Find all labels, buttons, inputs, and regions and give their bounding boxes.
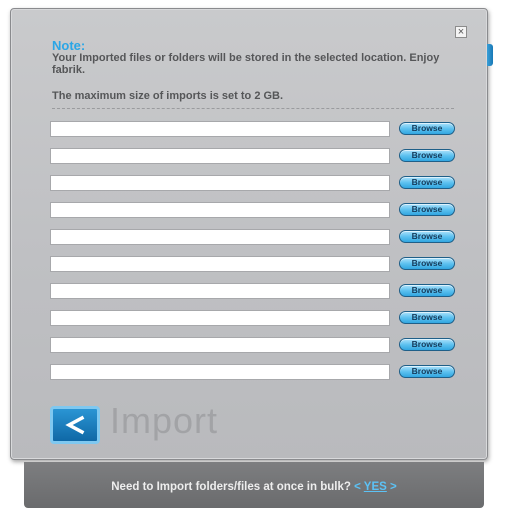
file-row: Browse bbox=[50, 175, 462, 191]
close-button[interactable]: × bbox=[455, 26, 467, 38]
browse-button[interactable]: Browse bbox=[399, 284, 455, 297]
link-suffix: > bbox=[390, 481, 397, 493]
bulk-question: Need to Import folders/files at once in … bbox=[111, 481, 351, 493]
file-path-field[interactable] bbox=[50, 148, 390, 164]
file-row: Browse bbox=[50, 310, 462, 326]
note-title: Note: bbox=[52, 38, 86, 53]
browse-button[interactable]: Browse bbox=[399, 338, 455, 351]
yes-link-label[interactable]: YES bbox=[364, 481, 387, 493]
file-row: Browse bbox=[50, 283, 462, 299]
file-row: Browse bbox=[50, 256, 462, 272]
bulk-yes-link[interactable]: < YES > bbox=[354, 481, 397, 493]
file-row: Browse bbox=[50, 121, 462, 137]
import-title: Import bbox=[110, 400, 219, 441]
divider bbox=[52, 108, 454, 109]
file-path-field[interactable] bbox=[50, 256, 390, 272]
file-row: Browse bbox=[50, 337, 462, 353]
file-path-field[interactable] bbox=[50, 202, 390, 218]
browse-button[interactable]: Browse bbox=[399, 311, 455, 324]
browse-button[interactable]: Browse bbox=[399, 365, 455, 378]
chevron-left-icon bbox=[65, 415, 85, 435]
file-path-field[interactable] bbox=[50, 175, 390, 191]
back-button[interactable] bbox=[50, 406, 100, 444]
side-tab[interactable] bbox=[487, 44, 493, 66]
browse-button[interactable]: Browse bbox=[399, 230, 455, 243]
file-path-field[interactable] bbox=[50, 310, 390, 326]
browse-button[interactable]: Browse bbox=[399, 122, 455, 135]
file-path-field[interactable] bbox=[50, 121, 390, 137]
bulk-import-bar: Need to Import folders/files at once in … bbox=[24, 462, 484, 508]
browse-button[interactable]: Browse bbox=[399, 176, 455, 189]
max-size-text: The maximum size of imports is set to 2 … bbox=[52, 90, 284, 102]
file-path-field[interactable] bbox=[50, 337, 390, 353]
file-row: Browse bbox=[50, 364, 462, 380]
file-path-field[interactable] bbox=[50, 364, 390, 380]
note-text: Your Imported files or folders will be s… bbox=[52, 52, 440, 76]
file-row: Browse bbox=[50, 202, 462, 218]
browse-button[interactable]: Browse bbox=[399, 149, 455, 162]
browse-button[interactable]: Browse bbox=[399, 203, 455, 216]
file-path-field[interactable] bbox=[50, 229, 390, 245]
browse-button[interactable]: Browse bbox=[399, 257, 455, 270]
file-path-field[interactable] bbox=[50, 283, 390, 299]
bulk-import-text: Need to Import folders/files at once in … bbox=[24, 481, 484, 493]
file-row: Browse bbox=[50, 229, 462, 245]
link-prefix: < bbox=[354, 481, 361, 493]
file-row: Browse bbox=[50, 148, 462, 164]
